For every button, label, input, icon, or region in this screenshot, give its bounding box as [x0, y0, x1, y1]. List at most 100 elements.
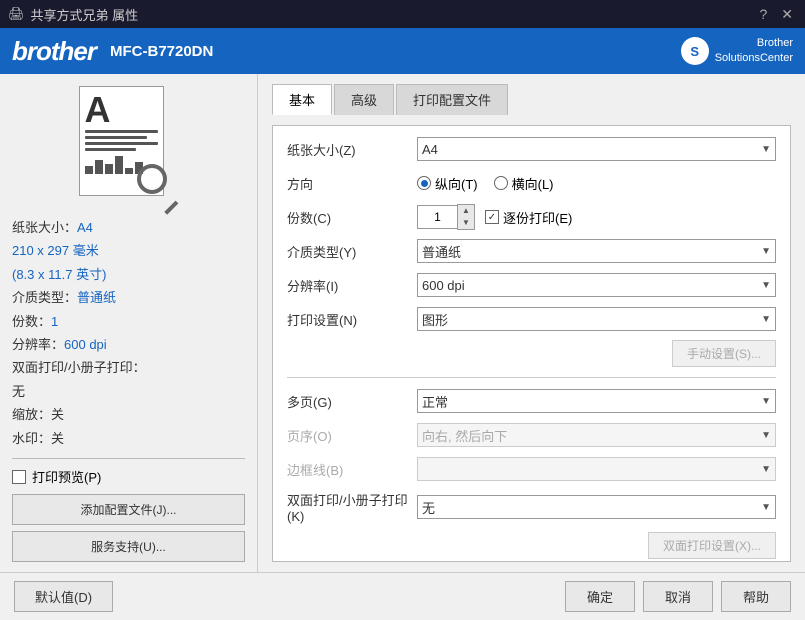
dropdown-arrow-icon: ▼: [761, 246, 771, 257]
doc-letter: A: [85, 92, 158, 128]
solutions-icon: S: [681, 37, 709, 65]
logo-text: brother: [12, 36, 96, 67]
paper-size-row: 纸张大小(Z) A4 ▼: [287, 136, 776, 162]
multi-page-dropdown[interactable]: 正常 ▼: [417, 389, 776, 413]
collate-checkbox-row[interactable]: 逐份打印(E): [485, 208, 572, 227]
dropdown-arrow-icon: ▼: [761, 502, 771, 513]
title-bar-icon: 🖨: [8, 6, 25, 22]
duplex-dropdown[interactable]: 无 ▼: [417, 495, 776, 519]
help-button[interactable]: ?: [755, 6, 771, 22]
model-text: MFC-B7720DN: [110, 43, 213, 60]
support-button[interactable]: 服务支持(U)...: [12, 531, 245, 562]
orientation-radio-group: 纵向(T) 横向(L): [417, 174, 554, 193]
copies-up-button[interactable]: ▲: [458, 205, 474, 217]
doc-line: [85, 142, 158, 145]
title-bar-title: 共享方式兄弟 属性: [31, 5, 139, 24]
copies-control: ▲ ▼ 逐份打印(E): [417, 204, 776, 230]
section-divider-1: [287, 377, 776, 378]
info-dimensions: 210 x 297 毫米: [12, 239, 245, 262]
resolution-row: 分辨率(I) 600 dpi ▼: [287, 272, 776, 298]
settings-area: 纸张大小(Z) A4 ▼ 方向 纵向(T): [272, 125, 791, 562]
tab-basic[interactable]: 基本: [272, 84, 332, 115]
dropdown-arrow-icon: ▼: [761, 280, 771, 291]
print-settings-dropdown[interactable]: 图形 ▼: [417, 307, 776, 331]
solutions-center[interactable]: S BrotherSolutionsCenter: [681, 36, 793, 67]
right-panel: 基本 高级 打印配置文件 纸张大小(Z) A4 ▼: [258, 74, 805, 572]
help-bottom-button[interactable]: 帮助: [721, 581, 791, 612]
copies-input[interactable]: [417, 205, 457, 229]
media-type-dropdown[interactable]: 普通纸 ▼: [417, 239, 776, 263]
radio-portrait-circle[interactable]: [417, 176, 431, 190]
chart-bar: [105, 164, 113, 174]
cancel-button[interactable]: 取消: [643, 581, 713, 612]
add-profile-button[interactable]: 添加配置文件(J)...: [12, 494, 245, 525]
dropdown-arrow-icon: ▼: [761, 430, 771, 441]
printer-preview: A: [12, 84, 245, 208]
default-button[interactable]: 默认值(D): [14, 581, 113, 612]
close-button[interactable]: ✕: [777, 6, 797, 23]
info-resolution: 分辨率：600 dpi: [12, 333, 245, 356]
info-watermark: 水印：关: [12, 427, 245, 450]
bottom-bar: 默认值(D) 确定 取消 帮助: [0, 572, 805, 620]
duplex-control: 无 ▼: [417, 495, 776, 519]
media-type-row: 介质类型(Y) 普通纸 ▼: [287, 238, 776, 264]
print-preview-row[interactable]: 打印预览(P): [12, 467, 245, 486]
copies-down-button[interactable]: ▼: [458, 217, 474, 229]
info-panel: 纸张大小：A4 210 x 297 毫米 (8.3 x 11.7 英寸) 介质类…: [12, 216, 245, 450]
copies-spinbox[interactable]: ▲ ▼: [417, 204, 477, 230]
collate-checkbox[interactable]: [485, 210, 499, 224]
resolution-label: 分辨率(I): [287, 276, 417, 295]
tab-print-profile[interactable]: 打印配置文件: [396, 84, 508, 115]
page-order-row: 页序(O) 向右, 然后向下 ▼: [287, 422, 776, 448]
media-type-label: 介质类型(Y): [287, 242, 417, 261]
paper-size-dropdown[interactable]: A4 ▼: [417, 137, 776, 161]
chart-bar: [95, 160, 103, 174]
copies-label: 份数(C): [287, 208, 417, 227]
title-bar: 🖨 共享方式兄弟 属性 ? ✕: [0, 0, 805, 28]
magnifier-icon: [137, 164, 179, 206]
duplex-settings-row: 双面打印设置(X)...: [287, 532, 776, 559]
dropdown-arrow-icon: ▼: [761, 464, 771, 475]
magnifier-handle: [164, 201, 178, 215]
doc-lines: [85, 130, 158, 151]
border-dropdown[interactable]: ▼: [417, 457, 776, 481]
info-dimensions-in: (8.3 x 11.7 英寸): [12, 263, 245, 286]
dropdown-arrow-icon: ▼: [761, 144, 771, 155]
multi-page-label: 多页(G): [287, 392, 417, 411]
header-logo: brother MFC-B7720DN: [12, 36, 213, 67]
info-media-type: 介质类型：普通纸: [12, 286, 245, 309]
info-duplex: 双面打印/小册子打印：: [12, 356, 245, 379]
page-order-dropdown[interactable]: 向右, 然后向下 ▼: [417, 423, 776, 447]
doc-line: [85, 136, 147, 139]
media-type-control: 普通纸 ▼: [417, 239, 776, 263]
radio-portrait[interactable]: 纵向(T): [417, 174, 478, 193]
radio-landscape-circle[interactable]: [494, 176, 508, 190]
duplex-label: 双面打印/小册子打印(K): [287, 490, 417, 524]
info-copies: 份数：1: [12, 310, 245, 333]
print-preview-checkbox[interactable]: [12, 470, 26, 484]
chart-bar: [85, 166, 93, 174]
tab-advanced[interactable]: 高级: [334, 84, 394, 115]
left-panel: A: [0, 74, 258, 572]
multi-page-row: 多页(G) 正常 ▼: [287, 388, 776, 414]
ok-button[interactable]: 确定: [565, 581, 635, 612]
info-divider: [12, 458, 245, 459]
orientation-control: 纵向(T) 横向(L): [417, 174, 776, 193]
border-row: 边框线(B) ▼: [287, 456, 776, 482]
manual-settings-button[interactable]: 手动设置(S)...: [672, 340, 776, 367]
manual-settings-row: 手动设置(S)...: [287, 340, 776, 367]
duplex-settings-button[interactable]: 双面打印设置(X)...: [648, 532, 776, 559]
page-order-label: 页序(O): [287, 426, 417, 445]
solutions-label: BrotherSolutionsCenter: [715, 36, 793, 67]
print-settings-row: 打印设置(N) 图形 ▼: [287, 306, 776, 332]
page-order-control: 向右, 然后向下 ▼: [417, 423, 776, 447]
tabs: 基本 高级 打印配置文件: [272, 84, 791, 115]
print-settings-control: 图形 ▼: [417, 307, 776, 331]
paper-size-label: 纸张大小(Z): [287, 140, 417, 159]
copies-spinbox-buttons: ▲ ▼: [457, 204, 475, 230]
resolution-dropdown[interactable]: 600 dpi ▼: [417, 273, 776, 297]
radio-portrait-label: 纵向(T): [435, 174, 478, 193]
radio-landscape[interactable]: 横向(L): [494, 174, 554, 193]
preview-document: A: [79, 86, 179, 206]
copies-row: 份数(C) ▲ ▼ 逐份打印(E): [287, 204, 776, 230]
